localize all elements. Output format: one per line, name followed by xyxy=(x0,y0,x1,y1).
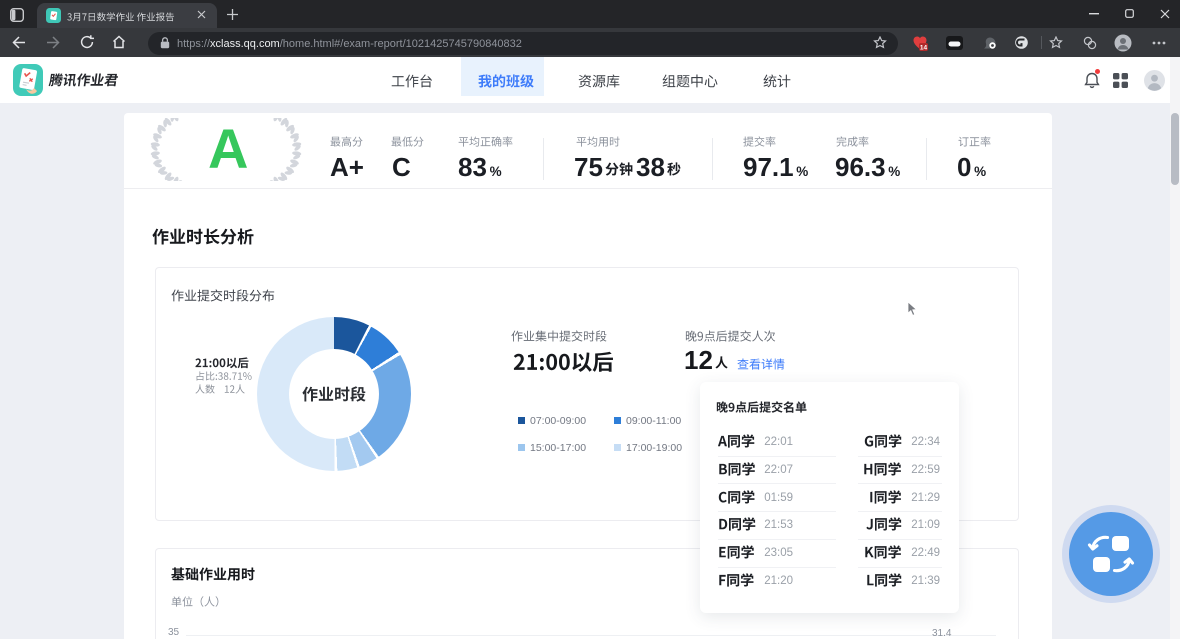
svg-text:14: 14 xyxy=(920,44,928,51)
